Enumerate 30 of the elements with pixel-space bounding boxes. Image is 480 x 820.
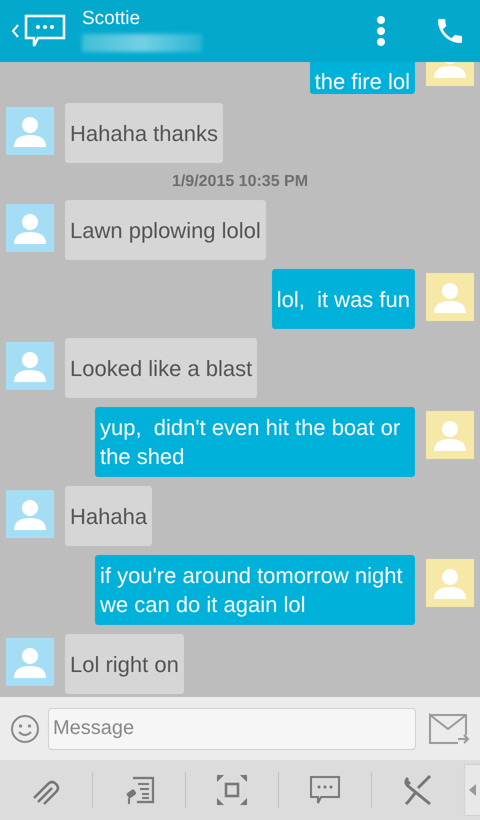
back-icon[interactable] — [10, 23, 20, 39]
avatar-icon — [6, 342, 54, 390]
message-bubble: Looked like a blast — [65, 338, 258, 398]
message-field[interactable]: Message — [48, 708, 416, 750]
avatar-icon — [426, 273, 474, 321]
avatar-icon — [426, 559, 474, 607]
more-options-icon[interactable] — [376, 15, 386, 47]
message-bubble: the fire lol — [310, 62, 415, 94]
caret-icon — [468, 784, 476, 796]
message-bubble: yup, didn't even hit the boat or the shed — [95, 407, 415, 477]
avatar-icon — [426, 411, 474, 459]
message-bubble: Lawn pplowing lolol — [65, 200, 266, 260]
avatar-icon — [6, 204, 54, 252]
message-bubble: Hahaha thanks — [65, 103, 223, 163]
avatar-icon — [6, 638, 54, 686]
message-bubble: lol, it was fun — [272, 269, 415, 329]
timestamp: 1/9/2015 10:35 PM — [170, 172, 310, 191]
message-bubble: Lol right on — [65, 634, 184, 694]
contact-name: Scottie — [82, 8, 142, 30]
send-icon[interactable] — [428, 712, 470, 744]
message-bubble: Hahaha — [65, 486, 152, 546]
speech-bubble-icon — [309, 774, 341, 806]
frame-icon — [216, 774, 248, 806]
expand-toolbar-button[interactable] — [464, 764, 480, 816]
wrench-screwdriver-icon — [402, 774, 434, 806]
message-icon — [24, 14, 66, 48]
emoji-icon[interactable] — [10, 714, 40, 744]
avatar-icon — [6, 490, 54, 538]
message-bubble: if you're around tomorrow night we can do it again lol — [95, 555, 415, 625]
avatar-icon — [6, 107, 54, 155]
